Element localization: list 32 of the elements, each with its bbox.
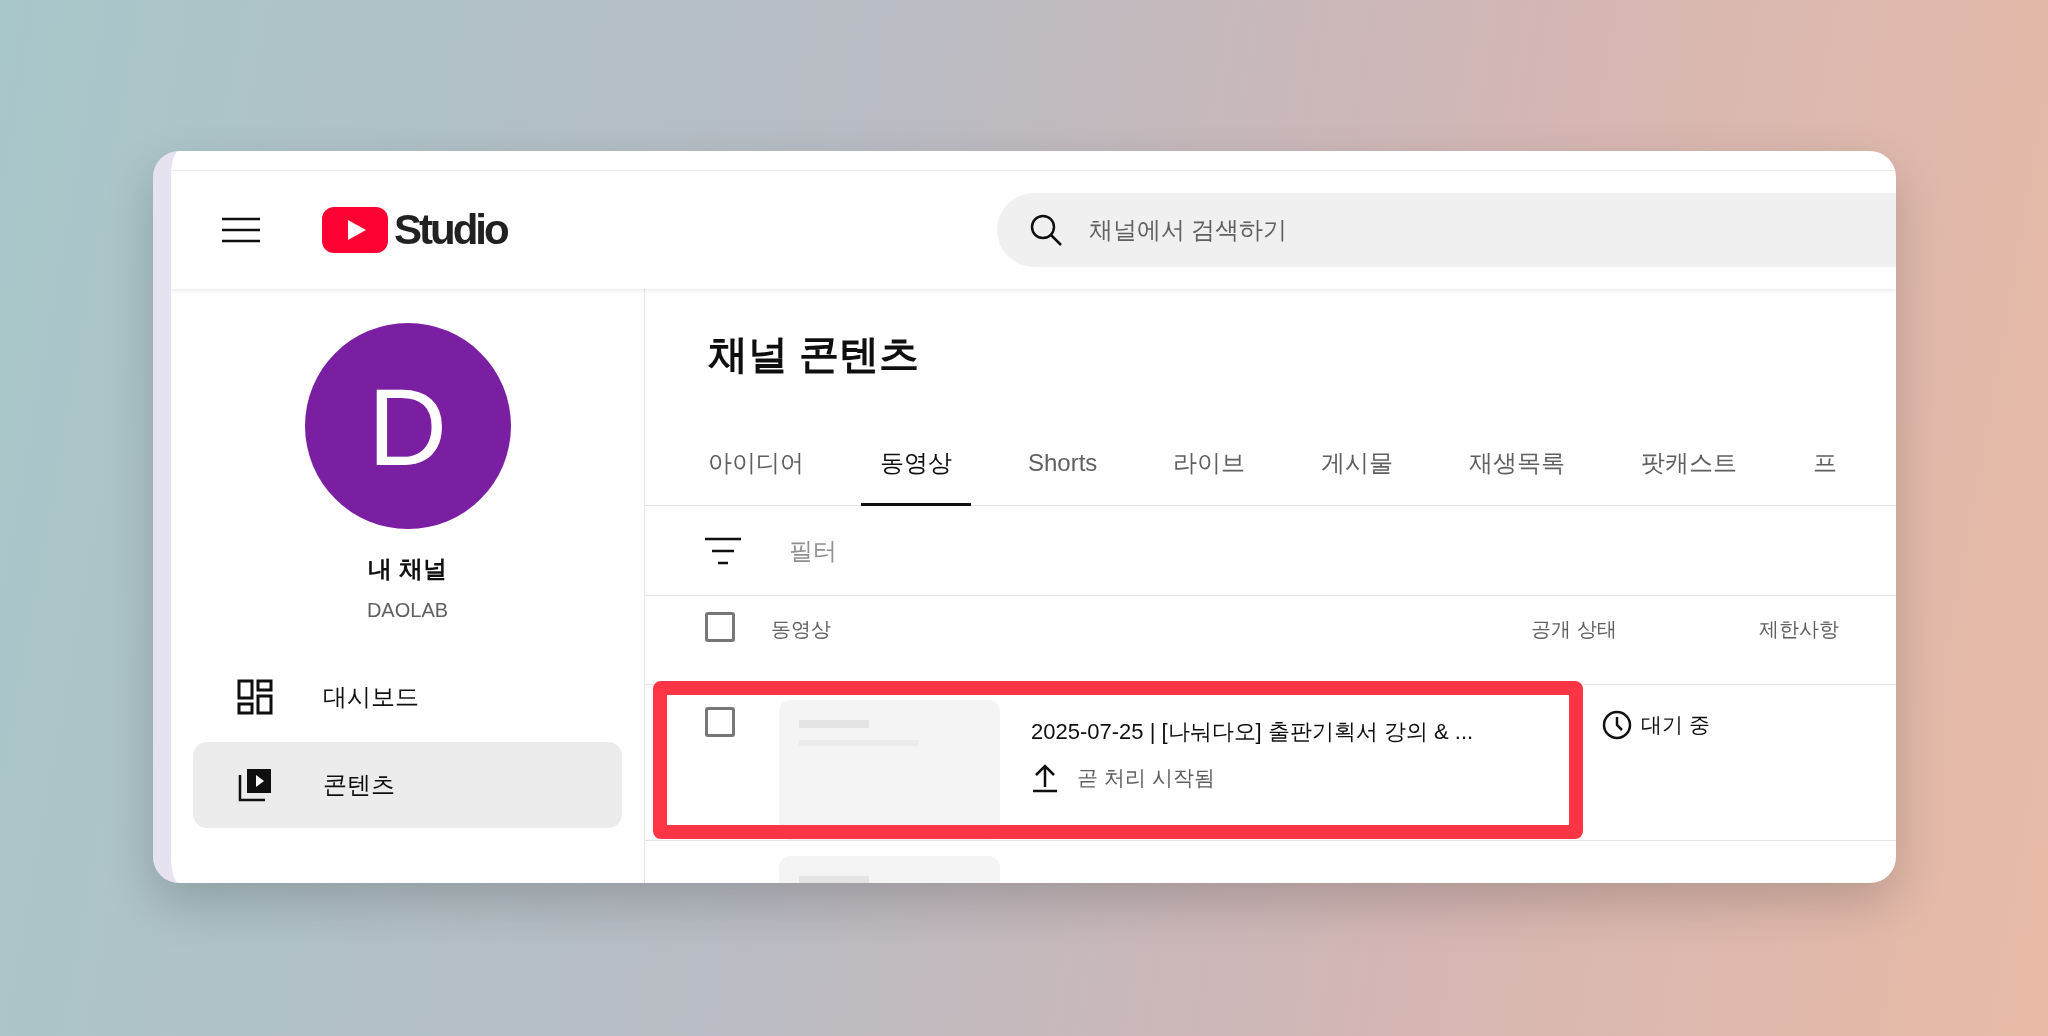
upload-icon	[1031, 763, 1059, 793]
tab[interactable]: 동영상	[861, 423, 971, 506]
page-title: 채널 콘텐츠	[708, 331, 921, 378]
search-icon	[1028, 213, 1063, 247]
clock-icon	[1601, 709, 1633, 741]
tab[interactable]: Shorts	[1009, 423, 1117, 506]
tab[interactable]: 팟캐스트	[1622, 423, 1757, 506]
logo-text: Studio	[394, 206, 507, 254]
play-logo-icon	[322, 207, 388, 253]
channel-title: 내 채널	[368, 554, 447, 584]
processing-status: 곧 처리 시작됨	[1077, 765, 1215, 791]
video-title[interactable]: 2025-07-25 | [나눠다오] 출판기획서 강의 & ...	[1031, 717, 1474, 747]
sidebar-item[interactable]: 콘텐츠	[193, 742, 622, 828]
filter-icon[interactable]	[705, 535, 741, 566]
column-header: 동영상	[771, 617, 831, 642]
checkbox[interactable]	[705, 707, 735, 737]
dashboard-icon	[237, 679, 273, 715]
tab[interactable]: 라이브	[1154, 423, 1265, 506]
checkbox[interactable]	[705, 612, 735, 642]
tab[interactable]: 재생목록	[1450, 423, 1585, 506]
video-library-icon	[237, 767, 273, 803]
channel-handle: DAOLAB	[366, 599, 449, 622]
menu-icon[interactable]	[222, 217, 260, 243]
column-header: 제한사항	[1759, 617, 1839, 642]
visibility-status: 대기 중	[1641, 712, 1710, 738]
column-header: 공개 상태	[1531, 617, 1617, 642]
tab[interactable]: 프	[1794, 423, 1857, 506]
channel-avatar[interactable]: D	[304, 323, 511, 529]
tab[interactable]: 아이디어	[689, 423, 823, 506]
sidebar-item[interactable]: 대시보드	[193, 654, 622, 740]
tab[interactable]: 게시물	[1302, 423, 1413, 506]
search-field[interactable]: 채널에서 검색하기	[996, 193, 1896, 267]
